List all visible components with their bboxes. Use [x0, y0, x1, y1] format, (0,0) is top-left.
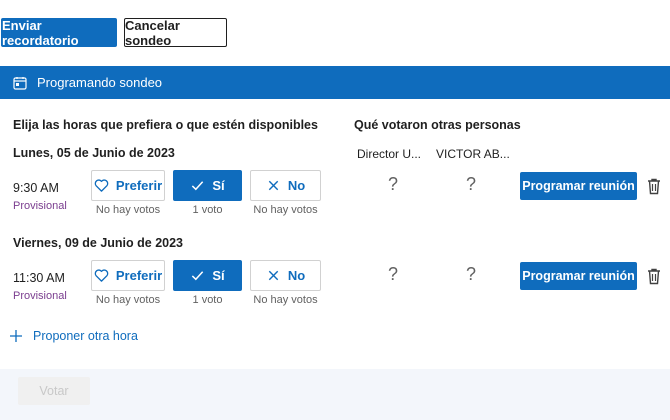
- slot-time: 11:30 AM: [13, 271, 65, 285]
- unknown-vote-icon: ?: [387, 264, 398, 284]
- propose-time-label: Proponer otra hora: [33, 329, 138, 343]
- yes-button[interactable]: Sí: [173, 260, 242, 291]
- plus-icon: [10, 330, 22, 342]
- prefer-label: Preferir: [115, 268, 163, 283]
- unknown-vote-icon: ?: [387, 174, 398, 194]
- close-icon: [268, 180, 279, 191]
- checkmark-icon: [192, 181, 204, 191]
- checkmark-icon: [192, 271, 204, 281]
- vote-count: No hay votos: [253, 204, 318, 216]
- vote-button[interactable]: Votar: [18, 377, 90, 405]
- yes-label: Sí: [212, 178, 225, 193]
- unknown-vote-icon: ?: [465, 264, 476, 284]
- close-icon: [268, 270, 279, 281]
- footer-bar: [0, 369, 670, 420]
- choose-times-heading: Elija las horas que prefiera o que estén…: [13, 118, 318, 132]
- no-button[interactable]: No: [250, 170, 321, 201]
- slot-date: Lunes, 05 de Junio de 2023: [13, 146, 175, 160]
- voter-name: Director U...: [357, 147, 422, 161]
- heart-icon: [94, 269, 109, 282]
- schedule-meeting-button[interactable]: Programar reunión: [520, 172, 637, 200]
- voter-name: VICTOR AB...: [436, 147, 510, 161]
- trash-icon[interactable]: [646, 177, 662, 195]
- heart-icon: [94, 179, 109, 192]
- send-reminder-button[interactable]: Enviar recordatorio: [1, 18, 117, 48]
- vote-count: 1 voto: [192, 294, 223, 306]
- vote-count: 1 voto: [192, 204, 223, 216]
- tentative-label: Provisional: [13, 290, 67, 302]
- prefer-label: Preferir: [115, 178, 163, 193]
- banner-title: Programando sondeo: [37, 75, 163, 90]
- scheduling-poll-panel: Enviar recordatorio Cancelar sondeo Prog…: [0, 0, 670, 420]
- vote-count: No hay votos: [95, 204, 161, 216]
- poll-banner: Programando sondeo: [0, 66, 670, 99]
- tentative-label: Provisional: [13, 200, 67, 212]
- yes-button[interactable]: Sí: [173, 170, 242, 201]
- prefer-button[interactable]: Preferir: [91, 260, 165, 291]
- trash-icon[interactable]: [646, 267, 662, 285]
- yes-label: Sí: [212, 268, 225, 283]
- cancel-poll-button[interactable]: Cancelar sondeo: [124, 18, 227, 48]
- no-button[interactable]: No: [250, 260, 321, 291]
- prefer-button[interactable]: Preferir: [91, 170, 165, 201]
- slot-time: 9:30 AM: [13, 181, 59, 195]
- vote-count: No hay votos: [253, 294, 318, 306]
- no-label: No: [287, 268, 306, 283]
- no-label: No: [287, 178, 306, 193]
- unknown-vote-icon: ?: [465, 174, 476, 194]
- calendar-icon: [13, 76, 27, 90]
- slot-date: Viernes, 09 de Junio de 2023: [13, 236, 183, 250]
- schedule-meeting-button[interactable]: Programar reunión: [520, 262, 637, 290]
- propose-time-link[interactable]: Proponer otra hora: [9, 329, 138, 343]
- others-voted-heading: Qué votaron otras personas: [354, 118, 521, 132]
- vote-count: No hay votos: [95, 294, 161, 306]
